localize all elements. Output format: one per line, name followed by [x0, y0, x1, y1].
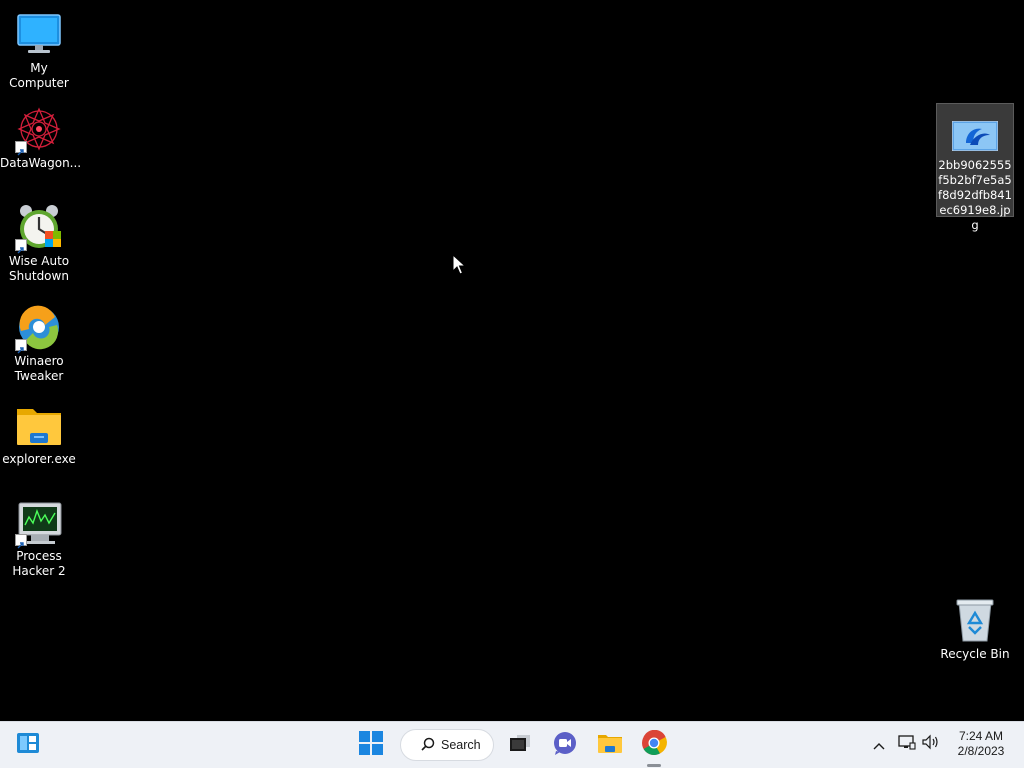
desktop-icon-recycle-bin[interactable]: Recycle Bin: [936, 596, 1014, 662]
shortcut-arrow-icon: [15, 141, 27, 156]
desktop-icon-wise-auto-shutdown[interactable]: Wise Auto Shutdown: [0, 203, 78, 284]
search-label: Search: [441, 738, 481, 752]
task-view-icon: [508, 733, 532, 757]
alarm-clock-icon: [15, 203, 63, 254]
show-hidden-icons-button[interactable]: [868, 733, 890, 755]
taskbar: Search 7:24 AM 2/8/2023: [0, 721, 1024, 768]
desktop-icon-label: My Computer: [9, 61, 69, 90]
datawagon-icon: [15, 105, 63, 156]
chrome-icon: [641, 729, 667, 760]
desktop-icon-label: Winaero Tweaker: [14, 354, 64, 383]
speaker-icon: [922, 734, 940, 754]
start-button[interactable]: [353, 727, 389, 763]
network-button[interactable]: [896, 733, 918, 755]
winaero-icon: [15, 303, 63, 354]
shortcut-arrow-icon: [15, 339, 27, 354]
widgets-icon: [16, 732, 40, 758]
folder-icon: [15, 401, 63, 449]
active-app-indicator: [647, 764, 661, 767]
desktop-icon-process-hacker[interactable]: Process Hacker 2: [0, 498, 78, 579]
folder-icon: [597, 732, 623, 758]
mouse-cursor-icon: [452, 253, 467, 276]
desktop-icon-label: explorer.exe: [2, 452, 76, 466]
taskbar-clock[interactable]: 7:24 AM 2/8/2023: [948, 729, 1014, 759]
shortcut-arrow-icon: [15, 239, 27, 254]
search-icon: [421, 736, 435, 755]
desktop-icon-my-computer[interactable]: My Computer: [0, 10, 78, 91]
desktop-icon-label: DataWagon...: [0, 156, 82, 170]
desktop-icon-label: 2bb9062555f5b2bf7e5a5f8d92dfb841ec6919e8…: [938, 158, 1012, 232]
desktop-icon-winaero-tweaker[interactable]: Winaero Tweaker: [0, 303, 78, 384]
volume-button[interactable]: [920, 733, 942, 755]
network-icon: [898, 734, 916, 754]
process-monitor-icon: [15, 498, 63, 549]
clock-time: 7:24 AM: [958, 729, 1004, 743]
recycle-bin-icon: [951, 596, 999, 644]
chevron-up-icon: [873, 735, 885, 754]
taskbar-search[interactable]: Search: [400, 729, 494, 761]
desktop-icon-datawagon[interactable]: DataWagon...: [0, 105, 82, 171]
widgets-button[interactable]: [10, 727, 46, 763]
desktop[interactable]: My Computer DataWagon... Wise Auto Shutd…: [0, 0, 1024, 721]
task-view-button[interactable]: [502, 727, 538, 763]
chrome-button[interactable]: [636, 727, 672, 763]
clock-date: 2/8/2023: [957, 744, 1005, 758]
desktop-icon-label: Wise Auto Shutdown: [8, 254, 70, 283]
desktop-icon-image-file[interactable]: 2bb9062555f5b2bf7e5a5f8d92dfb841ec6919e8…: [936, 103, 1014, 232]
chat-camera-icon: [552, 731, 578, 759]
file-explorer-button[interactable]: [592, 727, 628, 763]
desktop-icon-label: Recycle Bin: [940, 647, 1010, 661]
monitor-icon: [15, 10, 63, 58]
windows-start-icon: [359, 731, 383, 759]
chat-button[interactable]: [547, 727, 583, 763]
desktop-icon-explorer-exe[interactable]: explorer.exe: [0, 401, 78, 467]
image-file-icon: [951, 120, 999, 155]
shortcut-arrow-icon: [15, 534, 27, 549]
desktop-icon-label: Process Hacker 2: [12, 549, 66, 578]
